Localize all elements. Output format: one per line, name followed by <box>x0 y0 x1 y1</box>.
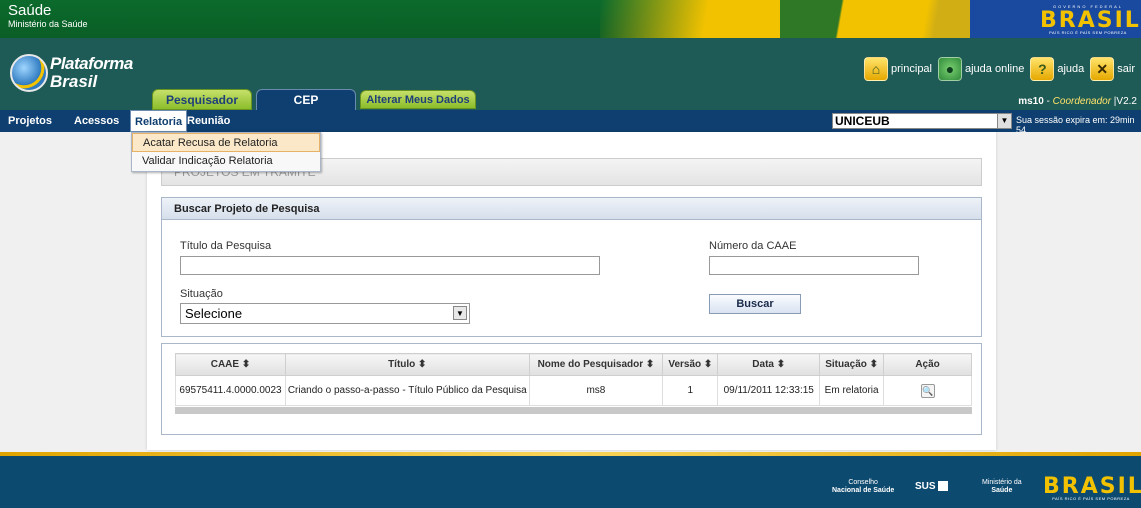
menu-item-validar-indicacao[interactable]: Validar Indicação Relatoria <box>132 152 320 171</box>
search-panel-header: Buscar Projeto de Pesquisa <box>162 198 981 220</box>
column-situacao[interactable]: Situação ⬍ <box>819 353 885 376</box>
chevron-down-icon: ▼ <box>453 306 467 320</box>
app-header: Plataforma Brasil Pesquisador CEP Altera… <box>0 38 1141 111</box>
gov-subtitle: Ministério da Saúde <box>8 19 88 29</box>
conselho-logo[interactable]: Conselho Nacional de Saúde <box>832 479 894 495</box>
column-titulo[interactable]: Título ⬍ <box>284 353 530 376</box>
logo-line1: Plataforma <box>50 54 133 73</box>
relatoria-dropdown: Acatar Recusa de Relatoria Validar Indic… <box>131 132 321 172</box>
principal-label: principal <box>891 63 932 75</box>
results-table: CAAE ⬍ Título ⬍ Nome do Pesquisador ⬍ Ve… <box>175 353 972 406</box>
menu-projetos[interactable]: Projetos <box>4 110 56 132</box>
title-field[interactable] <box>180 256 600 275</box>
ministerio-logo[interactable]: Ministério da Saúde <box>982 479 1022 495</box>
column-acao: Ação <box>883 353 972 376</box>
caae-field-label: Número da CAAE <box>709 240 797 252</box>
cell-data: 09/11/2011 12:33:15 <box>717 375 821 406</box>
sus-label: SUS <box>915 481 936 492</box>
home-icon: ⌂ <box>864 57 889 81</box>
user-info: ms10 - Coordenador |V2.2 <box>1018 96 1137 107</box>
cell-caae: 69575411.4.0000.0023 <box>175 375 286 406</box>
logo-line2: Brasil <box>50 72 98 91</box>
column-caae[interactable]: CAAE ⬍ <box>175 353 286 376</box>
exit-label: sair <box>1117 63 1135 75</box>
cell-acao: 🔍 <box>883 375 972 406</box>
user-login: ms10 <box>1018 96 1044 107</box>
online-help-icon: ● <box>938 57 962 81</box>
help-label: ajuda <box>1057 63 1085 75</box>
user-role: Coordenador <box>1052 96 1112 107</box>
situacao-select[interactable]: Selecione ▼ <box>180 303 470 324</box>
tab-alterar-meus-dados[interactable]: Alterar Meus Dados <box>360 90 476 109</box>
caae-field[interactable] <box>709 256 919 275</box>
cell-titulo: Criando o passo-a-passo - Título Público… <box>284 375 530 406</box>
header-actions: ⌂ principal ● ajuda online ? ajuda ✕ sai… <box>864 56 1141 82</box>
table-footer-bar <box>175 407 972 414</box>
globe-icon <box>10 54 48 92</box>
page-footer: Conselho Nacional de Saúde SUS Ministéri… <box>0 456 1141 508</box>
sus-logo[interactable]: SUS <box>915 481 948 492</box>
principal-button[interactable]: ⌂ principal <box>864 57 932 81</box>
ministerio-line2: Saúde <box>991 487 1013 494</box>
situacao-selected: Selecione <box>185 306 243 321</box>
plataforma-brasil-logo[interactable]: Plataforma Brasil <box>10 50 150 100</box>
column-pesquisador[interactable]: Nome do Pesquisador ⬍ <box>528 353 664 376</box>
conselho-line2: Nacional de Saúde <box>832 487 895 494</box>
sus-cross-icon <box>937 481 948 492</box>
tab-pesquisador[interactable]: Pesquisador <box>152 89 252 110</box>
app-version: V2.2 <box>1116 96 1137 107</box>
table-row: 69575411.4.0000.0023 Criando o passo-a-p… <box>175 375 972 406</box>
cell-versao: 1 <box>662 375 719 406</box>
institution-select[interactable]: UNICEUB ▼ <box>832 113 1012 129</box>
help-icon: ? <box>1030 57 1055 81</box>
footer-brasil-logo[interactable]: BRASIL PAÍS RICO É PAÍS SEM POBREZA <box>1043 470 1141 501</box>
main-menu: Projetos Acessos Relatoria Reunião UNICE… <box>0 110 1141 135</box>
view-details-icon[interactable]: 🔍 <box>920 383 935 398</box>
gov-bar: Saúde Ministério da Saúde GOVERNO FEDERA… <box>0 0 1141 38</box>
gov-bar-decoration-2 <box>780 0 980 38</box>
help-button[interactable]: ? ajuda <box>1030 57 1084 81</box>
results-panel: CAAE ⬍ Título ⬍ Nome do Pesquisador ⬍ Ve… <box>161 343 982 435</box>
conselho-line1: Conselho <box>848 479 878 486</box>
chevron-down-icon: ▼ <box>997 114 1011 128</box>
brasil-logo-tag: PAÍS RICO É PAÍS SEM POBREZA <box>1049 30 1127 35</box>
gov-title[interactable]: Saúde <box>8 3 51 18</box>
title-field-label: Título da Pesquisa <box>180 240 272 252</box>
table-header-row: CAAE ⬍ Título ⬍ Nome do Pesquisador ⬍ Ve… <box>175 353 972 376</box>
search-button[interactable]: Buscar <box>709 294 801 314</box>
footer-brasil-tag: PAÍS RICO É PAÍS SEM POBREZA <box>1052 496 1130 501</box>
column-data[interactable]: Data ⬍ <box>717 353 821 376</box>
menu-reuniao[interactable]: Reunião <box>183 110 234 132</box>
cell-situacao: Em relatoria <box>819 375 885 406</box>
column-versao[interactable]: Versão ⬍ <box>662 353 719 376</box>
tab-cep[interactable]: CEP <box>256 89 356 111</box>
menu-relatoria[interactable]: Relatoria <box>130 110 188 132</box>
brasil-logo[interactable]: GOVERNO FEDERAL BRASIL PAÍS RICO É PAÍS … <box>1040 4 1139 35</box>
menu-item-acatar-recusa[interactable]: Acatar Recusa de Relatoria <box>132 133 320 152</box>
online-help-label: ajuda online <box>965 63 1025 75</box>
exit-button[interactable]: ✕ sair <box>1090 57 1135 81</box>
menu-acessos[interactable]: Acessos <box>70 110 123 132</box>
online-help-button[interactable]: ● ajuda online <box>938 57 1024 81</box>
ministerio-line1: Ministério da <box>982 479 1022 486</box>
exit-icon: ✕ <box>1090 57 1115 81</box>
institution-selected: UNICEUB <box>835 114 890 128</box>
cell-pesquisador: ms8 <box>528 375 664 406</box>
situacao-label: Situação <box>180 288 223 300</box>
search-panel: Buscar Projeto de Pesquisa Título da Pes… <box>161 197 982 337</box>
